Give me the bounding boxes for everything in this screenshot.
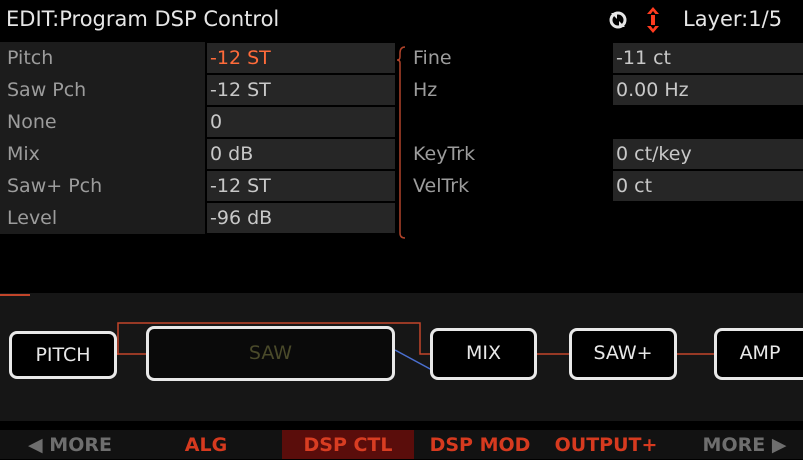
sync-icon — [609, 11, 627, 29]
chevron-right-icon: ▶ — [765, 434, 787, 456]
param-value-pitch[interactable]: -12 ST — [207, 43, 395, 73]
up-down-arrow-icon — [647, 7, 659, 33]
algorithm-block-mix[interactable]: MIX — [430, 328, 537, 380]
param-label-veltrk: VelTrk — [413, 175, 470, 197]
softkey-more-left[interactable]: ◀ MORE — [0, 430, 140, 459]
param-label-mix: Mix — [7, 143, 40, 165]
param-label-saw-pch: Saw Pch — [7, 79, 87, 101]
softkey-alg[interactable]: ALG — [140, 430, 272, 459]
softkey-more-right[interactable]: MORE ▶ — [686, 430, 803, 459]
param-value-veltrk[interactable]: 0 ct — [613, 171, 803, 201]
softkey-dsp-mod[interactable]: DSP MOD — [418, 430, 542, 459]
param-value-none[interactable]: 0 — [207, 107, 395, 137]
algorithm-input-marker — [0, 294, 30, 296]
param-value-mix[interactable]: 0 dB — [207, 139, 395, 169]
page-title: EDIT:Program DSP Control — [6, 7, 280, 31]
param-label-hz: Hz — [413, 79, 438, 101]
param-label-pitch: Pitch — [7, 47, 54, 69]
softkey-dsp-ctl[interactable]: DSP CTL — [282, 430, 414, 459]
param-value-fine[interactable]: -11 ct — [613, 43, 803, 73]
algorithm-block-saw-plus[interactable]: SAW+ — [569, 328, 677, 380]
chevron-left-icon: ◀ — [28, 434, 50, 456]
param-label-none: None — [7, 111, 57, 133]
param-value-hz[interactable]: 0.00 Hz — [613, 75, 803, 105]
algorithm-wiring — [115, 322, 716, 371]
param-label-saw-plus-pch: Saw+ Pch — [7, 175, 103, 197]
param-label-fine: Fine — [413, 47, 452, 69]
algorithm-block-saw[interactable]: SAW — [146, 326, 395, 381]
softkey-output-plus[interactable]: OUTPUT+ — [546, 430, 666, 459]
param-value-saw-plus-pch[interactable]: -12 ST — [207, 171, 395, 201]
param-label-keytrk: KeyTrk — [413, 143, 476, 165]
pitch-group-bracket — [396, 46, 406, 239]
param-value-level[interactable]: -96 dB — [207, 203, 395, 233]
param-value-keytrk[interactable]: 0 ct/key — [613, 139, 803, 169]
algorithm-block-pitch[interactable]: PITCH — [9, 331, 117, 379]
layer-indicator: Layer:1/5 — [683, 7, 783, 31]
param-value-saw-pch[interactable]: -12 ST — [207, 75, 395, 105]
algorithm-block-amp[interactable]: AMP — [714, 328, 803, 380]
param-label-level: Level — [7, 207, 58, 229]
